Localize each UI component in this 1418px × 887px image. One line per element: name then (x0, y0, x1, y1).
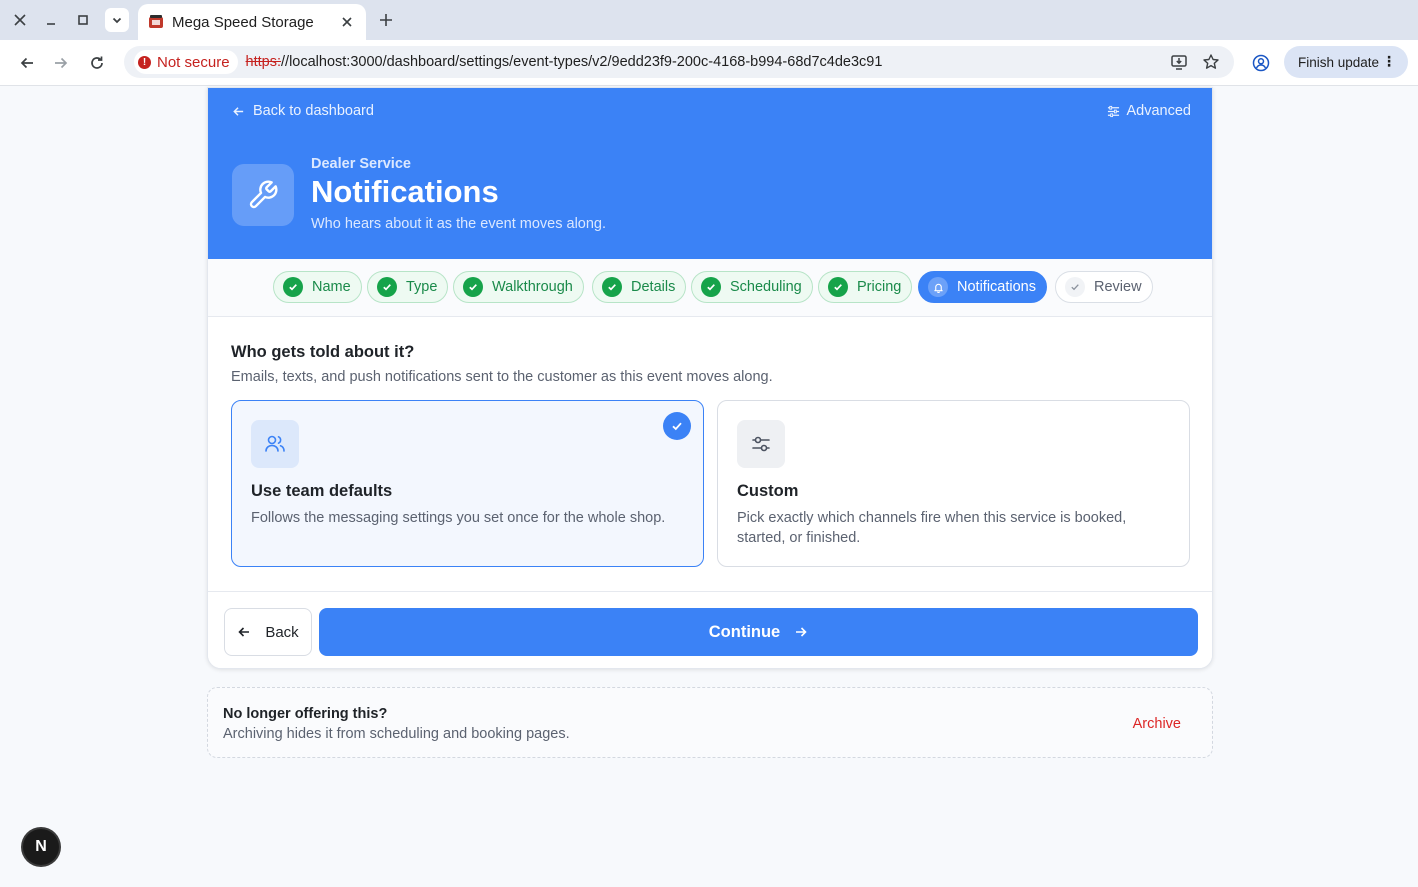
wizard-card: Back to dashboard Advanced Dealer Servic… (207, 87, 1213, 669)
page-title: Notifications (311, 174, 499, 209)
page-content: Back to dashboard Advanced Dealer Servic… (0, 87, 1418, 887)
event-type-name: Dealer Service (311, 156, 411, 172)
nextjs-dev-badge[interactable]: N (23, 829, 59, 865)
finish-update-label: Finish update (1298, 54, 1380, 70)
browser-tab[interactable]: Mega Speed Storage (138, 4, 366, 40)
selected-check-icon (663, 412, 691, 440)
step-label: Pricing (857, 279, 902, 295)
check-icon (602, 277, 622, 297)
section-subtitle: Emails, texts, and push notifications se… (231, 369, 773, 385)
tab-close-icon[interactable] (338, 13, 356, 31)
wizard-header: Back to dashboard Advanced Dealer Servic… (208, 88, 1212, 259)
step-label: Name (312, 279, 351, 295)
page-subtitle: Who hears about it as the event moves al… (311, 216, 607, 232)
url-path: //localhost:3000/dashboard/settings/even… (281, 54, 883, 70)
section-title: Who gets told about it? (231, 343, 415, 361)
tab-search-chevron-icon[interactable] (105, 8, 129, 32)
users-icon (251, 420, 299, 468)
check-icon (828, 277, 848, 297)
bell-icon (928, 277, 948, 297)
back-to-dashboard-label: Back to dashboard (253, 103, 374, 119)
step-scheduling[interactable]: Scheduling (691, 271, 813, 303)
advanced-label: Advanced (1126, 103, 1192, 119)
option-title: Custom (737, 482, 799, 500)
back-button-label: Back (265, 623, 299, 641)
favicon-icon (148, 14, 164, 30)
arrow-left-icon (238, 627, 250, 637)
check-icon (701, 277, 721, 297)
sliders-horizontal-icon (1107, 105, 1119, 117)
wizard-footer: Back Continue (208, 591, 1212, 668)
finish-update-button[interactable]: Finish update ⋮ (1284, 46, 1408, 78)
advanced-button[interactable]: Advanced (1107, 103, 1192, 119)
reload-icon[interactable] (84, 50, 110, 76)
warning-icon: ! (138, 55, 151, 69)
browser-tab-bar: Mega Speed Storage (0, 0, 1418, 40)
step-label: Scheduling (730, 279, 802, 295)
url-scheme: https: (245, 54, 282, 70)
url-text: https://localhost:3000/dashboard/setting… (246, 54, 883, 70)
step-label: Notifications (957, 279, 1036, 295)
wrench-icon (232, 164, 294, 226)
archive-subtitle: Archiving hides it from scheduling and b… (223, 726, 570, 742)
browser-toolbar: ! Not secure https://localhost:3000/dash… (0, 40, 1418, 86)
check-icon (377, 277, 397, 297)
back-to-dashboard-link[interactable]: Back to dashboard (232, 103, 374, 119)
profile-icon[interactable] (1248, 50, 1274, 76)
archive-button[interactable]: Archive (1133, 716, 1181, 732)
address-bar[interactable]: ! Not secure https://localhost:3000/dash… (124, 46, 1234, 78)
step-walkthrough[interactable]: Walkthrough (453, 271, 584, 303)
new-tab-icon[interactable] (374, 8, 398, 32)
step-label: Type (406, 279, 438, 295)
forward-arrow-icon[interactable] (48, 50, 74, 76)
step-label: Details (631, 279, 676, 295)
back-button[interactable]: Back (224, 608, 312, 656)
step-label: Walkthrough (492, 279, 573, 295)
security-label: Not secure (157, 53, 230, 71)
step-notifications[interactable]: Notifications (918, 271, 1047, 303)
wizard-steps: Name Type Walkthrough Details Scheduling… (208, 259, 1212, 317)
step-review[interactable]: Review (1055, 271, 1153, 303)
step-label: Review (1094, 279, 1142, 295)
step-details[interactable]: Details (592, 271, 687, 303)
install-app-icon[interactable] (1167, 50, 1191, 74)
arrow-left-icon (233, 106, 244, 116)
arrow-right-icon (796, 627, 807, 637)
check-icon (463, 277, 483, 297)
option-team-defaults[interactable]: Use team defaults Follows the messaging … (231, 400, 704, 567)
step-pricing[interactable]: Pricing (818, 271, 913, 303)
check-outline-icon (1065, 277, 1085, 297)
window-minimize-icon[interactable] (39, 8, 63, 32)
window-maximize-icon[interactable] (71, 8, 95, 32)
step-name[interactable]: Name (273, 271, 362, 303)
continue-button[interactable]: Continue (319, 608, 1198, 656)
option-description: Follows the messaging settings you set o… (251, 510, 666, 526)
bookmark-star-icon[interactable] (1199, 50, 1223, 74)
archive-section: No longer offering this? Archiving hides… (207, 687, 1213, 758)
continue-button-label: Continue (708, 622, 781, 641)
tab-title: Mega Speed Storage (172, 13, 314, 31)
back-arrow-icon[interactable] (14, 50, 40, 76)
more-menu-icon[interactable]: ⋮ (1382, 54, 1396, 68)
option-description: Pick exactly which channels fire when th… (737, 510, 1127, 546)
archive-title: No longer offering this? (223, 706, 388, 722)
option-title: Use team defaults (251, 482, 393, 500)
window-close-icon[interactable] (8, 8, 32, 32)
check-icon (283, 277, 303, 297)
security-chip[interactable]: ! Not secure (134, 50, 238, 74)
sliders-icon (737, 420, 785, 468)
option-custom[interactable]: Custom Pick exactly which channels fire … (717, 400, 1190, 567)
step-type[interactable]: Type (367, 271, 449, 303)
